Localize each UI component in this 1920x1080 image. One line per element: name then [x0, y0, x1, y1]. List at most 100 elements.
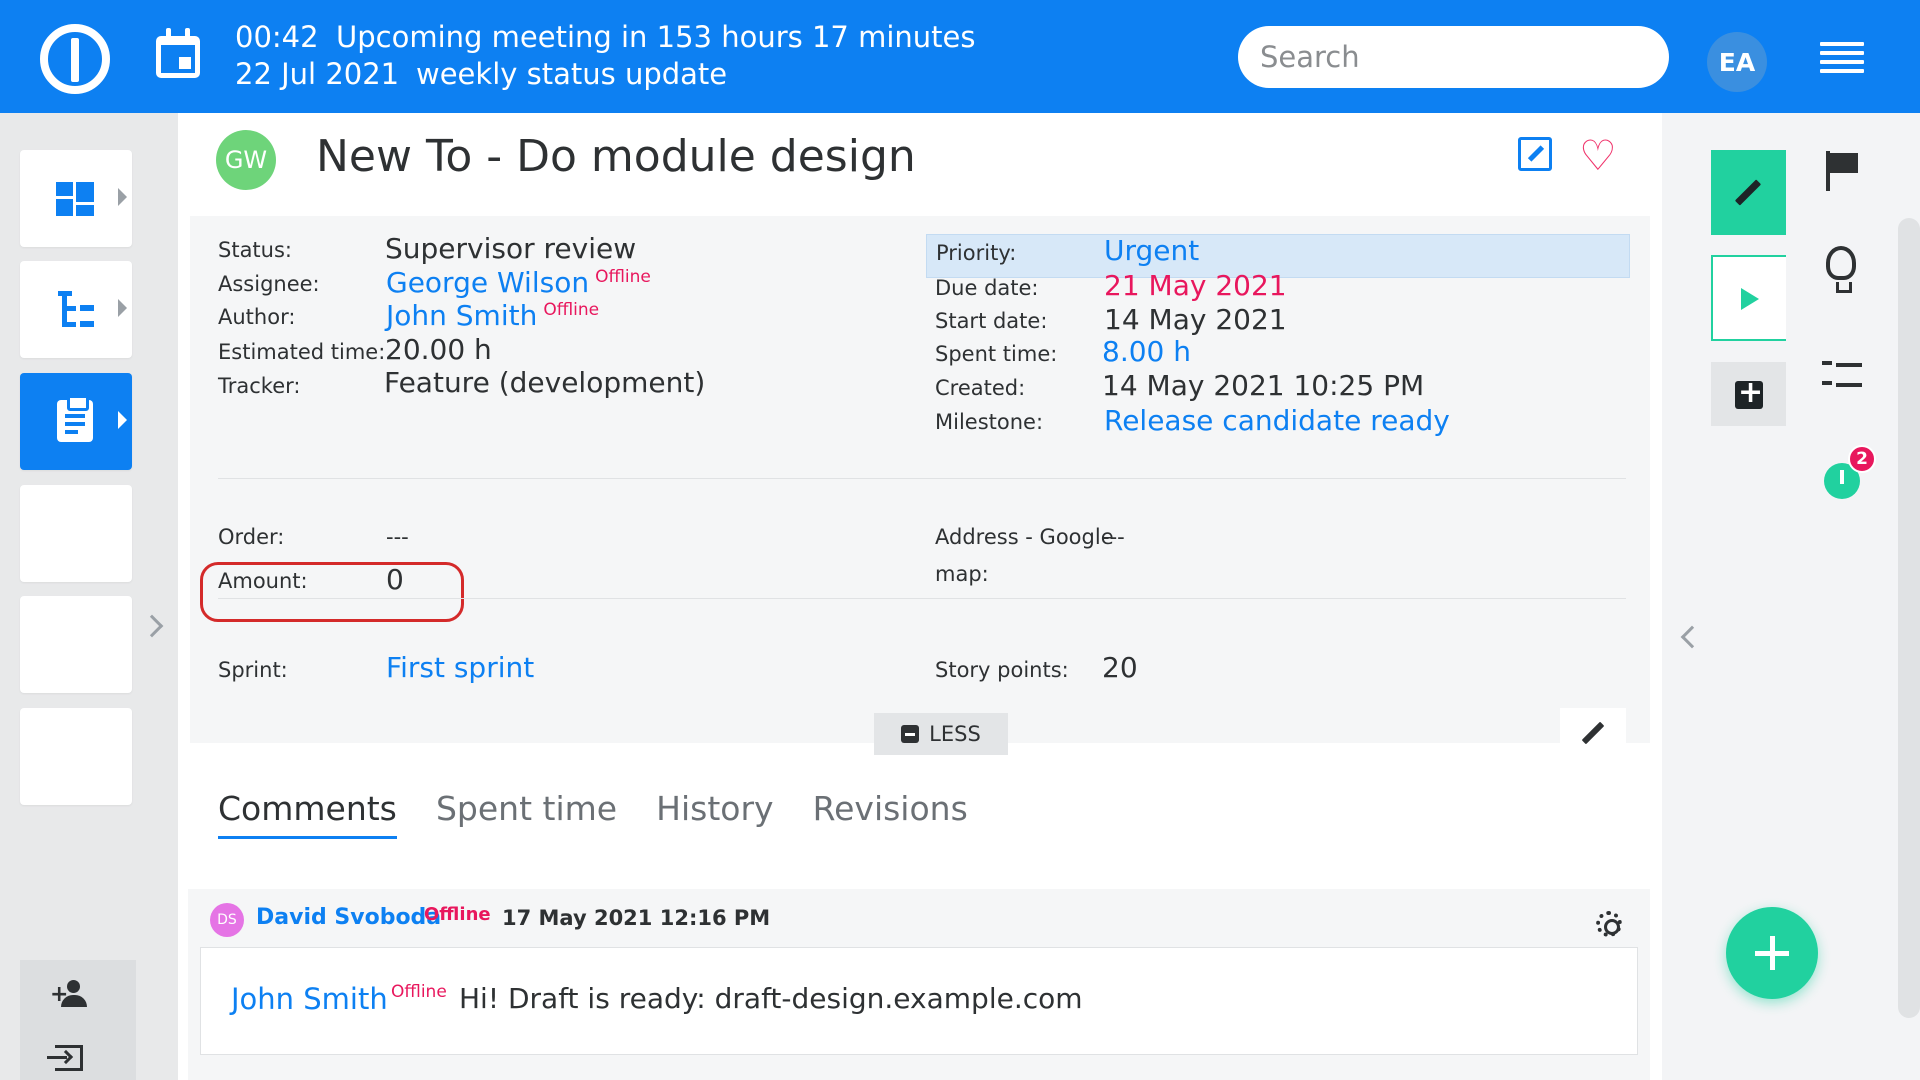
sidebar-item-tasks[interactable] — [20, 373, 132, 470]
author-value[interactable]: John Smith Offline — [386, 299, 599, 332]
created-label: Created: — [935, 376, 1026, 400]
chevron-right-icon — [118, 299, 127, 317]
add-user-icon[interactable]: + — [50, 980, 90, 1010]
top-bar: 00:42 Upcoming meeting in 153 hours 17 m… — [0, 0, 1920, 113]
created-value: 14 May 2021 10:25 PM — [1102, 369, 1425, 402]
meeting-countdown[interactable]: Upcoming meeting in 153 hours 17 minutes — [336, 20, 976, 54]
assignee-label: Assignee: — [218, 272, 320, 296]
due-date-value[interactable]: 21 May 2021 — [1104, 269, 1287, 302]
comment-text: Hi! Draft is ready: draft-design.example… — [459, 982, 1083, 1015]
meeting-time: 00:42 — [235, 20, 319, 54]
sidebar-item-dashboard[interactable] — [20, 150, 132, 247]
expand-sidebar-icon[interactable] — [140, 614, 164, 638]
author-name[interactable]: John Smith — [386, 299, 537, 332]
quick-edit-button[interactable] — [1711, 150, 1786, 235]
tab-history[interactable]: History — [656, 789, 773, 836]
start-date-value[interactable]: 14 May 2021 — [1104, 303, 1287, 336]
address-label: Address - Google — [935, 525, 1114, 549]
meeting-title[interactable]: weekly status update — [416, 57, 727, 91]
comment-author[interactable]: David Svoboda — [256, 905, 441, 930]
tracker-value[interactable]: Feature (development) — [384, 366, 705, 399]
tab-revisions[interactable]: Revisions — [813, 789, 968, 836]
flag-icon[interactable] — [1826, 151, 1860, 191]
comment-body: John Smith Offline Hi! Draft is ready: d… — [200, 947, 1638, 1055]
page-title: New To - Do module design — [316, 131, 916, 182]
scrollbar[interactable] — [1898, 218, 1920, 1018]
chevron-right-icon — [118, 411, 127, 429]
left-sidebar: + — [0, 113, 178, 1080]
timer-badge: 2 — [1848, 445, 1876, 473]
order-label: Order: — [218, 525, 285, 549]
add-fab-button[interactable] — [1726, 907, 1818, 999]
user-avatar[interactable]: EA — [1707, 32, 1767, 92]
priority-label: Priority: — [936, 241, 1017, 265]
meeting-date: 22 Jul 2021 — [235, 57, 400, 91]
add-subtask-button[interactable] — [1711, 362, 1786, 426]
divider — [218, 478, 1626, 479]
presence-badge: Offline — [424, 904, 491, 925]
hamburger-menu-icon[interactable] — [1820, 42, 1864, 74]
avatar[interactable]: DS — [210, 903, 244, 937]
start-timer-button[interactable] — [1711, 255, 1786, 341]
story-points-value[interactable]: 20 — [1102, 651, 1138, 684]
minus-icon — [901, 725, 920, 743]
sidebar-bottom-actions: + — [20, 960, 136, 1080]
comment: DS David Svoboda Offline 17 May 2021 12:… — [188, 889, 1650, 1080]
search-input[interactable] — [1238, 26, 1669, 88]
story-points-label: Story points: — [935, 658, 1069, 682]
amount-value[interactable]: 0 — [386, 563, 404, 596]
estimated-time-label: Estimated time: — [218, 340, 386, 364]
logout-icon[interactable] — [47, 1045, 83, 1071]
task-attributes: Status: Supervisor review Assignee: Geor… — [190, 216, 1650, 758]
presence-badge: Offline — [543, 299, 600, 320]
sidebar-item-empty-2[interactable] — [20, 596, 132, 693]
right-sidebar: 2 — [1662, 113, 1920, 1080]
less-label: LESS — [929, 722, 981, 746]
start-date-label: Start date: — [935, 309, 1048, 333]
tab-bar: Comments Spent time History Revisions — [218, 789, 1002, 849]
spent-time-value[interactable]: 8.00 h — [1102, 335, 1191, 368]
sprint-label: Sprint: — [218, 658, 288, 682]
clipboard-icon — [57, 395, 93, 442]
presence-badge: Offline — [595, 266, 651, 287]
mention-link[interactable]: John Smith — [231, 982, 388, 1016]
task-detail: GW New To - Do module design ♡ Status: S… — [178, 113, 1662, 1080]
edit-icon[interactable] — [1518, 137, 1552, 171]
comment-date: 17 May 2021 12:16 PM — [502, 906, 771, 930]
sidebar-item-projects-tree[interactable] — [20, 261, 132, 358]
less-button[interactable]: LESS — [874, 713, 1008, 755]
milestone-value[interactable]: Release candidate ready — [1104, 404, 1450, 437]
amount-label: Amount: — [218, 569, 308, 593]
sidebar-item-empty-3[interactable] — [20, 708, 132, 805]
checklist-icon[interactable] — [1822, 359, 1862, 393]
spent-time-label: Spent time: — [935, 342, 1058, 366]
pencil-icon[interactable] — [1560, 708, 1626, 758]
assignee-value[interactable]: George Wilson Offline — [386, 266, 651, 299]
author-label: Author: — [218, 305, 296, 329]
tree-icon — [58, 291, 94, 329]
status-label: Status: — [218, 238, 292, 262]
heart-icon[interactable]: ♡ — [1579, 135, 1617, 177]
tab-comments[interactable]: Comments — [218, 789, 397, 839]
address-label-cont: map: — [935, 562, 989, 586]
sidebar-item-empty-1[interactable] — [20, 485, 132, 582]
chevron-right-icon — [118, 188, 127, 206]
gear-icon[interactable] — [1596, 911, 1622, 937]
priority-value[interactable]: Urgent — [1104, 234, 1199, 267]
calendar-icon[interactable] — [156, 28, 200, 78]
tab-spent-time[interactable]: Spent time — [436, 789, 617, 836]
divider — [218, 598, 1626, 599]
estimated-time-value[interactable]: 20.00 h — [385, 333, 492, 366]
sprint-value[interactable]: First sprint — [386, 651, 534, 684]
lightbulb-icon[interactable] — [1826, 246, 1856, 293]
dashboard-icon — [56, 182, 94, 216]
easy-logo-icon[interactable] — [40, 24, 110, 94]
address-value[interactable]: --- — [1102, 525, 1125, 549]
tracker-label: Tracker: — [218, 374, 301, 398]
milestone-label: Milestone: — [935, 410, 1044, 434]
assignee-name[interactable]: George Wilson — [386, 266, 589, 299]
collapse-panel-icon[interactable] — [1680, 625, 1704, 649]
order-value[interactable]: --- — [386, 525, 409, 549]
assignee-avatar[interactable]: GW — [216, 130, 276, 190]
status-value[interactable]: Supervisor review — [385, 232, 636, 265]
